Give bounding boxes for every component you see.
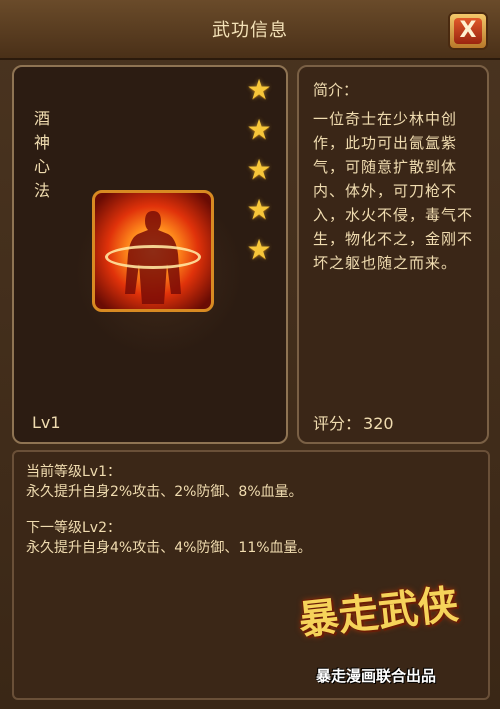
next-level-label: 下一等级Lv2： [26,520,121,536]
current-level-effect: 永久提升自身2%攻击、2%防御、8%血量。 [26,484,303,500]
star-icon: ★ [246,153,272,186]
intro-label: 简介： [313,81,359,99]
skill-name-char: 法 [33,181,50,200]
title-bar: 武功信息 X [0,0,500,60]
close-button[interactable]: X [448,12,488,50]
intro-text: 一位奇士在少林中创作，此功可出氤氲紫气，可随意扩散到体内、体外，可刀枪不入，水火… [313,110,474,272]
star-rating: ★ ★ ★ ★ ★ [244,75,276,275]
star-icon: ★ [246,73,272,106]
logo-title: 暴走武侠 [296,580,461,645]
skill-icon[interactable] [92,190,214,312]
score-value: 320 [363,414,394,433]
star-icon: ★ [246,113,272,146]
skill-name-char: 神 [33,133,50,152]
logo-subtitle: 暴走漫画联合出品 [315,667,436,685]
close-icon[interactable]: X [454,18,482,44]
skill-info-window: 武功信息 X 酒 神 心 法 ★ ★ ★ ★ ★ Lv1 简介： 一位奇士在少林… [0,0,500,709]
effects-panel: 当前等级Lv1： 永久提升自身2%攻击、2%防御、8%血量。 下一等级Lv2： … [12,450,490,700]
current-level-label: 当前等级Lv1： [26,464,121,480]
star-icon: ★ [246,233,272,266]
window-title: 武功信息 [212,20,288,41]
game-logo: 暴走武侠 暴走漫画联合出品 [288,570,478,690]
flame-ring [105,245,201,269]
description-panel: 简介： 一位奇士在少林中创作，此功可出氤氲紫气，可随意扩散到体内、体外，可刀枪不… [297,65,489,444]
skill-name: 酒 神 心 法 [32,107,52,203]
score: 评分： 320 [313,410,394,434]
skill-level: Lv1 [32,413,61,432]
skill-panel: 酒 神 心 法 ★ ★ ★ ★ ★ Lv1 [12,65,288,444]
next-level-effect: 永久提升自身4%攻击、4%防御、11%血量。 [26,540,312,556]
skill-name-char: 酒 [33,109,50,128]
skill-name-char: 心 [33,157,50,176]
score-label: 评分： [313,414,362,433]
star-icon: ★ [246,193,272,226]
